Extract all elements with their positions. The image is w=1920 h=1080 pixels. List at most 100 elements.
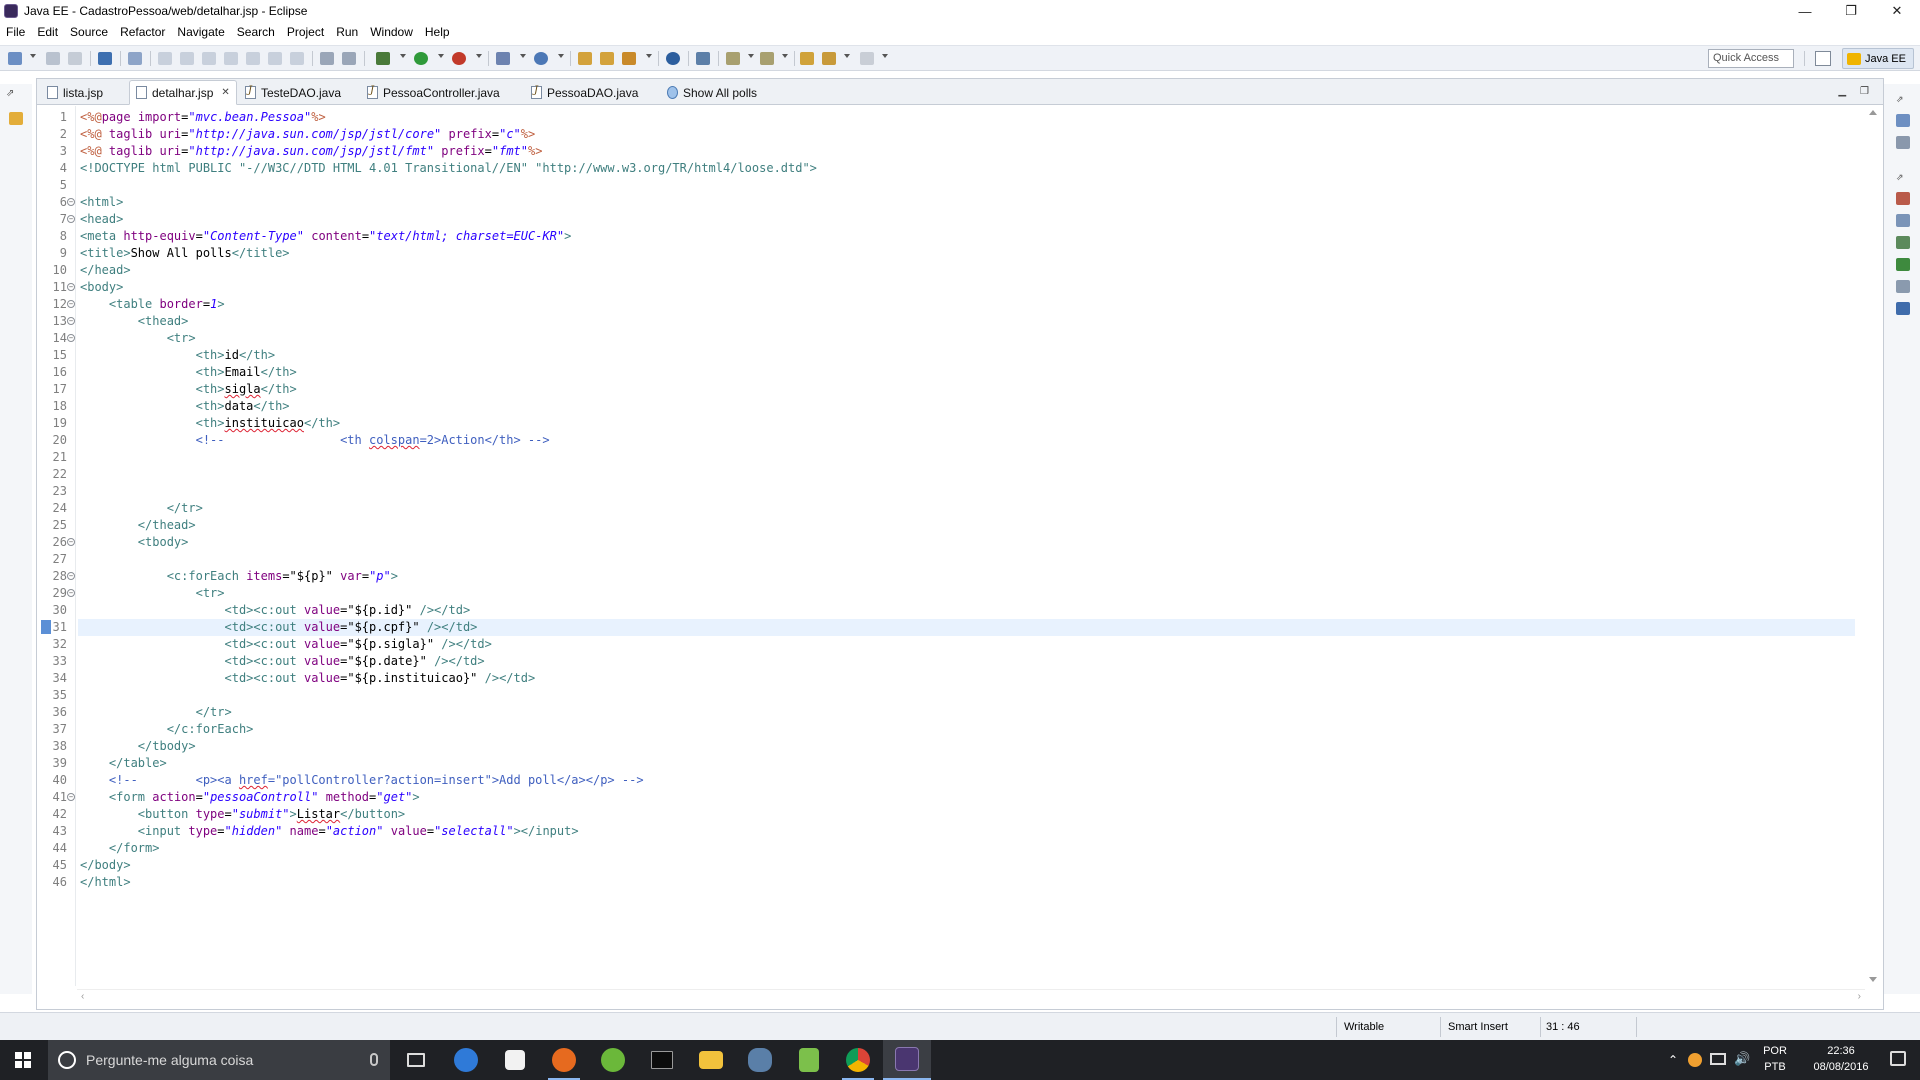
store-taskbar-button[interactable] — [491, 1040, 539, 1080]
new-web-icon[interactable] — [534, 52, 548, 65]
code-line[interactable]: </html> — [80, 874, 131, 891]
save-icon[interactable] — [46, 52, 60, 65]
scroll-right-icon[interactable]: › — [1858, 991, 1861, 1002]
horizontal-scrollbar[interactable]: ‹ › — [77, 989, 1865, 1005]
action-center-icon[interactable] — [1890, 1051, 1906, 1066]
next-annotation-dropdown-icon[interactable] — [748, 54, 754, 58]
save-all-icon[interactable] — [68, 52, 82, 65]
debug-dropdown-icon[interactable] — [400, 54, 406, 58]
code-line[interactable]: <input type="hidden" name="action" value… — [80, 823, 579, 840]
project-explorer-icon[interactable] — [9, 112, 23, 125]
status-insert-mode[interactable]: Smart Insert — [1448, 1013, 1508, 1041]
pgadmin-taskbar-button[interactable] — [736, 1040, 784, 1080]
code-line[interactable]: </body> — [80, 857, 131, 874]
open-resource-icon[interactable] — [600, 52, 614, 65]
code-line[interactable]: <td><c:out value="${p.sigla}" /></td> — [80, 636, 492, 653]
code-line[interactable]: <button type="submit">Listar</button> — [80, 806, 405, 823]
tab-pessoacontroller-java[interactable]: PessoaController.java — [361, 81, 506, 104]
tab-close-icon[interactable]: ✕ — [221, 87, 229, 98]
restore-view-icon[interactable]: ⇗ — [6, 88, 26, 102]
search-tool-icon[interactable] — [622, 52, 636, 65]
scroll-down-icon[interactable] — [1869, 977, 1877, 982]
code-line[interactable]: <th>instituicao</th> — [80, 415, 341, 432]
scroll-up-icon[interactable] — [1869, 110, 1877, 115]
outline-icon[interactable] — [1896, 114, 1910, 127]
code-line[interactable]: <title>Show All polls</title> — [80, 245, 290, 262]
code-line[interactable]: <%@ taglib uri="http://java.sun.com/jsp/… — [80, 126, 535, 143]
network-icon[interactable] — [1710, 1053, 1726, 1065]
previous-annotation-icon[interactable] — [760, 52, 774, 65]
skip-breakpoints-icon[interactable] — [128, 52, 142, 65]
code-line[interactable]: <tbody> — [80, 534, 189, 551]
servers-icon[interactable] — [1896, 236, 1910, 249]
task-list-icon[interactable] — [1896, 136, 1910, 149]
tab-detalhar-jsp[interactable]: detalhar.jsp ✕ — [129, 80, 237, 105]
step-over-icon[interactable] — [268, 52, 282, 65]
code-line[interactable]: <tr> — [80, 585, 225, 602]
perspective-java-ee[interactable]: Java EE — [1842, 48, 1914, 69]
code-line[interactable]: <head> — [80, 211, 123, 228]
code-line[interactable]: <!-- <p><a href="pollController?action=i… — [80, 772, 644, 789]
volume-icon[interactable]: 🔊 — [1734, 1051, 1750, 1067]
fold-toggle-icon[interactable]: − — [67, 283, 75, 291]
utorrent-taskbar-button[interactable] — [589, 1040, 637, 1080]
firefox-taskbar-button[interactable] — [540, 1040, 588, 1080]
code-line[interactable]: <thead> — [80, 313, 189, 330]
code-line[interactable]: <%@page import="mvc.bean.Pessoa"%> — [80, 109, 326, 126]
back-icon[interactable] — [822, 52, 836, 65]
menu-navigate[interactable]: Navigate — [171, 25, 230, 39]
tab-lista-jsp[interactable]: lista.jsp — [41, 81, 109, 104]
resume-icon[interactable] — [158, 52, 172, 65]
code-line[interactable]: <body> — [80, 279, 123, 296]
cortana-search-box[interactable]: Pergunte-me alguma coisa — [48, 1040, 390, 1080]
menu-run[interactable]: Run — [330, 25, 364, 39]
code-line[interactable]: <td><c:out value="${p.cpf}" /></td> — [80, 619, 478, 636]
menu-edit[interactable]: Edit — [31, 25, 64, 39]
code-line[interactable]: <meta http-equiv="Content-Type" content=… — [80, 228, 571, 245]
toggle-block-icon[interactable] — [320, 52, 334, 65]
file-explorer-taskbar-button[interactable] — [687, 1040, 735, 1080]
code-line[interactable]: </head> — [80, 262, 131, 279]
code-line[interactable]: </thead> — [80, 517, 196, 534]
language-indicator-bottom[interactable]: PTB — [1760, 1061, 1790, 1073]
fold-toggle-icon[interactable]: − — [67, 538, 75, 546]
menu-source[interactable]: Source — [64, 25, 114, 39]
avast-icon[interactable] — [1688, 1053, 1702, 1067]
code-line[interactable]: </c:forEach> — [80, 721, 254, 738]
code-line[interactable]: </tr> — [80, 500, 203, 517]
external-tools-dropdown-icon[interactable] — [476, 54, 482, 58]
chrome-taskbar-button[interactable] — [834, 1040, 882, 1080]
new-dropdown-icon[interactable] — [30, 54, 36, 58]
suspend-icon[interactable] — [180, 52, 194, 65]
scroll-left-icon[interactable]: ‹ — [81, 991, 84, 1002]
new-icon[interactable] — [8, 52, 22, 65]
code-line[interactable]: <form action="pessoaControll" method="ge… — [80, 789, 420, 806]
quick-access-input[interactable]: Quick Access — [1708, 49, 1794, 68]
restore-bottom-view-icon[interactable]: ⇗ — [1896, 172, 1910, 185]
fold-toggle-icon[interactable]: − — [67, 215, 75, 223]
code-line[interactable]: </table> — [80, 755, 167, 772]
fold-toggle-icon[interactable]: − — [67, 793, 75, 801]
notepad-taskbar-button[interactable] — [785, 1040, 833, 1080]
properties-icon[interactable] — [1896, 214, 1910, 227]
step-return-icon[interactable] — [290, 52, 304, 65]
code-line[interactable]: </form> — [80, 840, 160, 857]
minimize-button[interactable]: — — [1782, 0, 1828, 22]
search-dropdown-icon[interactable] — [646, 54, 652, 58]
console-icon[interactable] — [1896, 302, 1910, 315]
menu-search[interactable]: Search — [231, 25, 281, 39]
open-type-icon[interactable] — [578, 52, 592, 65]
menu-help[interactable]: Help — [419, 25, 456, 39]
code-line[interactable]: <td><c:out value="${p.id}" /></td> — [80, 602, 471, 619]
step-into-icon[interactable] — [246, 52, 260, 65]
code-line[interactable]: <!DOCTYPE html PUBLIC "-//W3C//DTD HTML … — [80, 160, 817, 177]
clock-date[interactable]: 08/08/2016 — [1808, 1061, 1874, 1073]
code-line[interactable]: <th>sigla</th> — [80, 381, 297, 398]
code-line[interactable]: <%@ taglib uri="http://java.sun.com/jsp/… — [80, 143, 542, 160]
last-edit-location-icon[interactable] — [800, 52, 814, 65]
run-external-tools-icon[interactable] — [452, 52, 466, 65]
markers-icon[interactable] — [1896, 192, 1910, 205]
code-line[interactable]: <tr> — [80, 330, 196, 347]
terminate-icon[interactable] — [202, 52, 216, 65]
fold-toggle-icon[interactable]: − — [67, 198, 75, 206]
